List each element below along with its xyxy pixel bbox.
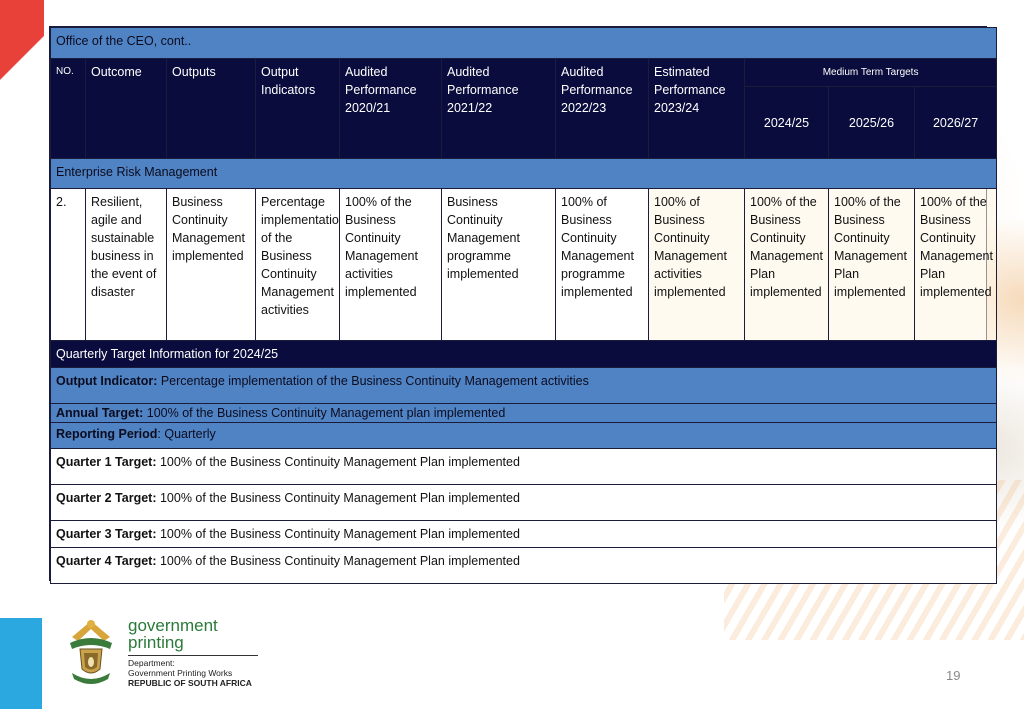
cell-outputs: Business Continuity Management implement… xyxy=(166,188,256,341)
cell-outcome: Resilient, agile and sustainable busines… xyxy=(85,188,167,341)
quarter-1-value: 100% of the Business Continuity Manageme… xyxy=(156,455,520,469)
quarter-2-row: Quarter 2 Target: 100% of the Business C… xyxy=(49,484,998,521)
output-indicator-value: Percentage implementation of the Busines… xyxy=(157,374,589,388)
col-header-no: NO. xyxy=(50,58,86,159)
logo-divider xyxy=(128,655,258,656)
col-header-estimated-2023: Estimated Performance 2023/24 xyxy=(648,58,745,159)
cell-target-2025: 100% of the Business Continuity Manageme… xyxy=(828,188,915,341)
reporting-period-cell: Reporting Period: Quarterly xyxy=(49,422,998,449)
targets-table: Office of the CEO, cont.. NO. Outcome Ou… xyxy=(49,27,998,584)
col-header-2024: 2024/25 xyxy=(744,86,829,159)
col-header-outcome: Outcome xyxy=(85,58,167,159)
cell-audited-2020: 100% of the Business Continuity Manageme… xyxy=(339,188,442,341)
reporting-period-value: : Quarterly xyxy=(157,427,216,441)
title-row: Office of the CEO, cont.. xyxy=(49,27,998,59)
logo-wordmark: government printing xyxy=(128,617,218,651)
quarter-3-label: Quarter 3 Target: xyxy=(56,527,157,541)
quarter-4-row: Quarter 4 Target: 100% of the Business C… xyxy=(49,547,998,584)
output-indicator-label: Output Indicator: xyxy=(56,374,158,388)
quarter-1-label: Quarter 1 Target: xyxy=(56,455,157,469)
section-title: Enterprise Risk Management xyxy=(49,158,998,189)
department-text: Department: Government Printing Works RE… xyxy=(128,658,252,688)
annual-target-cell: Annual Target: 100% of the Business Cont… xyxy=(49,403,998,423)
page-number: 19 xyxy=(946,668,961,683)
logo-word-printing: printing xyxy=(128,633,184,652)
quarter-3-row: Quarter 3 Target: 100% of the Business C… xyxy=(49,520,998,548)
department-label: Department: xyxy=(128,658,175,668)
quarterly-title-row: Quarterly Target Information for 2024/25 xyxy=(49,340,998,368)
output-indicator-cell: Output Indicator: Percentage implementat… xyxy=(49,367,998,404)
col-header-audited-2021: Audited Performance 2021/22 xyxy=(441,58,556,159)
quarter-4-value: 100% of the Business Continuity Manageme… xyxy=(156,554,520,568)
quarter-1-row: Quarter 1 Target: 100% of the Business C… xyxy=(49,448,998,485)
quarter-2-cell: Quarter 2 Target: 100% of the Business C… xyxy=(49,484,998,521)
red-corner-decoration xyxy=(0,0,44,100)
coat-of-arms-icon xyxy=(70,620,112,684)
targets-sheet: Office of the CEO, cont.. NO. Outcome Ou… xyxy=(49,26,998,584)
cell-estimated-2023: 100% of Business Continuity Management a… xyxy=(648,188,745,341)
col-header-audited-2020: Audited Performance 2020/21 xyxy=(339,58,442,159)
department-name: Government Printing Works xyxy=(128,668,233,678)
col-header-output-indicators: Output Indicators xyxy=(255,58,340,159)
quarter-3-value: 100% of the Business Continuity Manageme… xyxy=(156,527,520,541)
quarter-2-value: 100% of the Business Continuity Manageme… xyxy=(156,491,520,505)
section-row: Enterprise Risk Management xyxy=(49,158,998,189)
output-indicator-row: Output Indicator: Percentage implementat… xyxy=(49,367,998,404)
cell-audited-2022: 100% of Business Continuity Management p… xyxy=(555,188,649,341)
quarter-4-cell: Quarter 4 Target: 100% of the Business C… xyxy=(49,547,998,584)
table-row: 2. Resilient, agile and sustainable busi… xyxy=(50,188,998,341)
quarter-3-cell: Quarter 3 Target: 100% of the Business C… xyxy=(49,520,998,548)
country-name: REPUBLIC OF SOUTH AFRICA xyxy=(128,678,252,688)
quarter-1-cell: Quarter 1 Target: 100% of the Business C… xyxy=(49,448,998,485)
quarterly-title: Quarterly Target Information for 2024/25 xyxy=(49,340,998,368)
cell-audited-2021: Business Continuity Management programme… xyxy=(441,188,556,341)
col-header-2026: 2026/27 xyxy=(913,86,998,159)
reporting-period-label: Reporting Period xyxy=(56,427,158,441)
col-header-outputs: Outputs xyxy=(166,58,256,159)
cell-target-2024: 100% of the Business Continuity Manageme… xyxy=(744,188,829,341)
reporting-period-row: Reporting Period: Quarterly xyxy=(49,422,998,449)
table-title: Office of the CEO, cont.. xyxy=(49,27,998,59)
annual-target-row: Annual Target: 100% of the Business Cont… xyxy=(49,403,998,423)
annual-target-label: Annual Target: xyxy=(56,406,144,420)
col-header-medium-term: Medium Term Targets xyxy=(743,58,998,87)
footer-logo-block: government printing Department: Governme… xyxy=(64,615,264,690)
teal-corner-decoration xyxy=(0,618,42,709)
col-header-audited-2022: Audited Performance 2022/23 xyxy=(555,58,649,159)
logo-word-government: government xyxy=(128,616,218,635)
cell-no: 2. xyxy=(50,188,86,341)
quarter-2-label: Quarter 2 Target: xyxy=(56,491,157,505)
annual-target-value: 100% of the Business Continuity Manageme… xyxy=(143,406,506,420)
cell-target-2026: 100% of the Business Continuity Manageme… xyxy=(913,188,998,341)
quarter-4-label: Quarter 4 Target: xyxy=(56,554,157,568)
cell-indicator: Percentage implementation of the Busines… xyxy=(255,188,340,341)
col-header-2025: 2025/26 xyxy=(828,86,915,159)
column-header-row: NO. Outcome Outputs Output Indicators Au… xyxy=(50,58,998,159)
